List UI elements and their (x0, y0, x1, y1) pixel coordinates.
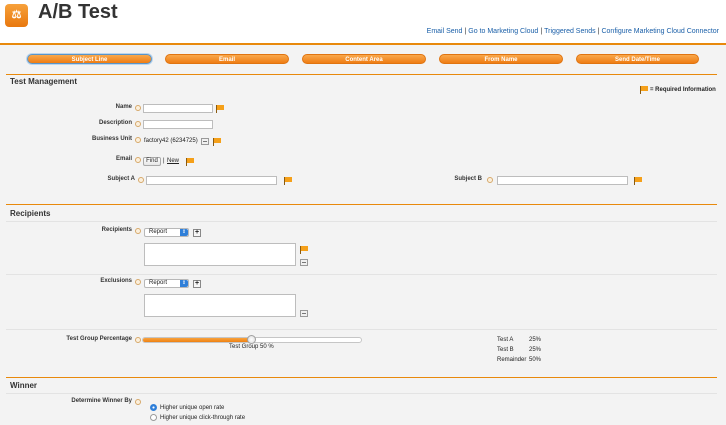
page-header: ⚖ A/B Test Email Send | Go to Marketing Cl… (0, 0, 726, 45)
required-flag-icon (300, 246, 309, 254)
tab-email[interactable]: Email (165, 54, 289, 64)
test-management-section: Test Management = Required Information N… (0, 72, 726, 203)
triggered-sends-link[interactable]: Triggered Sends (544, 28, 596, 35)
name-label: Name (115, 104, 132, 110)
option-click-through-rate-label: Higher unique click-through rate (160, 415, 246, 421)
link-separator: | (540, 28, 543, 35)
section-title-winner: Winner (10, 381, 38, 390)
link-separator: | (597, 28, 600, 35)
recipients-list[interactable] (144, 243, 296, 266)
row-divider (6, 221, 717, 222)
section-divider (6, 204, 717, 205)
required-flag-icon (213, 138, 222, 146)
summary-value: 25% (529, 337, 542, 343)
lookup-icon[interactable] (201, 138, 209, 145)
row-divider (6, 329, 717, 330)
recipients-select-value: Report (149, 229, 168, 235)
find-button[interactable]: Find (143, 157, 161, 166)
required-flag-icon (634, 177, 643, 185)
help-icon[interactable] (135, 121, 141, 127)
go-to-marketing-cloud-link[interactable]: Go to Marketing Cloud (468, 28, 538, 35)
tab-content-area[interactable]: Content Area (302, 54, 426, 64)
tab-from-name[interactable]: From Name (439, 54, 563, 64)
row-divider (6, 393, 717, 394)
add-recipient-button[interactable]: + (193, 229, 201, 237)
required-flag-icon (216, 105, 225, 113)
required-flag-icon (640, 86, 649, 94)
radio-open-rate[interactable] (150, 404, 157, 411)
name-input[interactable] (143, 104, 213, 113)
slider-fill (143, 338, 252, 342)
required-flag-icon (284, 177, 293, 185)
subject-a-input[interactable] (146, 176, 277, 185)
add-exclusion-button[interactable]: + (193, 280, 201, 288)
recipients-select[interactable]: Report ⇕ (144, 228, 189, 237)
test-group-percentage-label: Test Group Percentage (66, 336, 132, 342)
section-divider (6, 377, 717, 378)
help-icon[interactable] (135, 228, 141, 234)
description-input[interactable] (143, 120, 213, 129)
business-unit-value: factory42 (6234725) (144, 138, 198, 144)
recipients-label: Recipients (101, 227, 132, 233)
section-divider (6, 74, 717, 75)
required-flag-icon (186, 158, 195, 166)
test-group-caption: Test Group 50 % (229, 344, 274, 350)
subject-b-input[interactable] (497, 176, 628, 185)
exclusions-label: Exclusions (100, 278, 132, 284)
scale-icon: ⚖ (5, 4, 28, 27)
exclusions-select-value: Report (149, 280, 168, 286)
winner-section: Winner Determine Winner By Higher unique… (0, 374, 726, 425)
link-separator: | (464, 28, 467, 35)
configure-connector-link[interactable]: Configure Marketing Cloud Connector (601, 28, 719, 35)
chevron-down-icon: ⇕ (180, 229, 188, 236)
summary-value: 25% (529, 347, 542, 353)
help-icon[interactable] (138, 177, 144, 183)
slider-knob[interactable] (247, 335, 256, 344)
summary-label: Test B (497, 347, 514, 353)
help-icon[interactable] (135, 105, 141, 111)
subject-b-label: Subject B (454, 176, 482, 182)
exclusions-select[interactable]: Report ⇕ (144, 279, 189, 288)
row-divider (6, 274, 717, 275)
new-email-link[interactable]: New (167, 158, 179, 164)
chevron-down-icon: ⇕ (180, 280, 188, 287)
description-label: Description (98, 120, 132, 126)
determine-winner-label: Determine Winner By (71, 398, 132, 404)
section-title-recipients: Recipients (10, 209, 51, 218)
business-unit-label: Business Unit (91, 136, 132, 142)
subject-a-label: Subject A (107, 176, 135, 182)
help-icon[interactable] (135, 157, 141, 163)
section-title-test-management: Test Management (10, 77, 77, 86)
help-icon[interactable] (135, 399, 141, 405)
link-separator: | (163, 158, 165, 164)
help-icon[interactable] (135, 279, 141, 285)
tab-bar: Subject Line Email Content Area From Nam… (0, 45, 726, 72)
page-title: A/B Test (38, 1, 118, 23)
email-label: Email (115, 156, 132, 162)
summary-value: 50% (529, 357, 542, 363)
help-icon[interactable] (135, 137, 141, 143)
required-legend: = Required Information (650, 87, 716, 93)
option-open-rate-label: Higher unique open rate (160, 405, 225, 411)
exclusions-list[interactable] (144, 294, 296, 317)
help-icon[interactable] (135, 337, 141, 343)
email-send-link[interactable]: Email Send (427, 28, 463, 35)
tab-send-date-time[interactable]: Send Date/Time (576, 54, 699, 64)
help-icon[interactable] (487, 177, 493, 183)
summary-label: Remainder (497, 357, 527, 363)
recipients-section: Recipients Recipients Report ⇕ + Exclusio… (0, 203, 726, 374)
top-links: Email Send | Go to Marketing Cloud | Trigger… (427, 28, 719, 35)
remove-icon[interactable] (300, 259, 308, 266)
tab-subject-line[interactable]: Subject Line (27, 54, 152, 64)
remove-icon[interactable] (300, 310, 308, 317)
summary-label: Test A (497, 337, 514, 343)
radio-click-through-rate[interactable] (150, 414, 157, 421)
